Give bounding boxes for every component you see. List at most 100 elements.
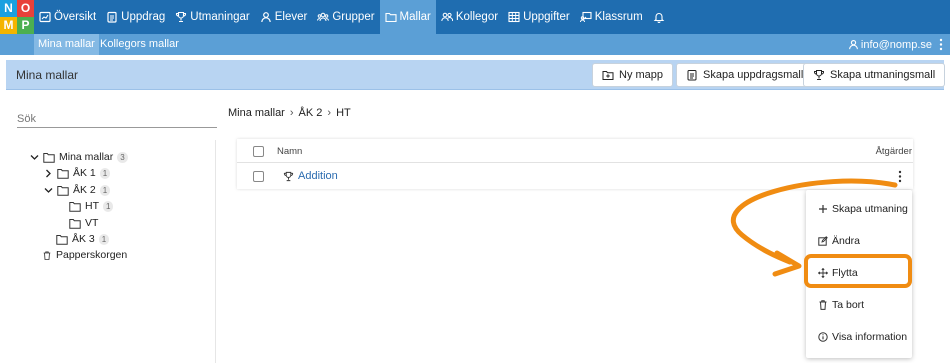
- folder-plus-icon: [602, 71, 614, 80]
- column-header-name[interactable]: Namn: [277, 146, 302, 157]
- page-title: Mina mallar: [16, 68, 79, 82]
- nav-label: Mallar: [399, 11, 431, 23]
- trophy-icon: [813, 70, 825, 80]
- folder-icon: [384, 12, 397, 23]
- nav-label: Grupper: [332, 11, 375, 23]
- tree-node-ak1[interactable]: ÅK 1 1: [44, 166, 111, 180]
- subnav-item-kollegors-mallar[interactable]: Kollegors mallar: [96, 34, 183, 55]
- trash-icon: [43, 251, 51, 260]
- menu-item-edit[interactable]: Ändra: [806, 230, 912, 252]
- logo-letter-n: N: [0, 0, 17, 17]
- nav-item-klassrum[interactable]: Klassrum: [575, 0, 648, 34]
- nav-item-elever[interactable]: Elever: [255, 0, 313, 34]
- template-link[interactable]: Addition: [283, 170, 338, 182]
- info-icon: [818, 332, 828, 342]
- chevron-right-icon[interactable]: [44, 169, 53, 178]
- chevron-right-icon: ›: [289, 107, 294, 119]
- dashboard-icon: [39, 11, 51, 23]
- count-badge: 1: [99, 167, 111, 179]
- create-assignment-template-button[interactable]: Skapa uppdragsmall: [676, 63, 814, 87]
- breadcrumb: Mina mallar › ÅK 2 › HT: [228, 107, 351, 119]
- tree-node-ht[interactable]: HT 1: [69, 199, 114, 213]
- more-vertical-icon[interactable]: [938, 38, 944, 51]
- select-all-checkbox[interactable]: [253, 146, 264, 157]
- tree-node-label: ÅK 3: [72, 233, 95, 245]
- nav-item-grupper[interactable]: Grupper: [312, 0, 379, 34]
- edit-icon: [818, 236, 828, 246]
- nav-label: Kollegor: [455, 11, 499, 23]
- nav-label: Översikt: [54, 11, 97, 23]
- nav-item-kollegor[interactable]: Kollegor: [436, 0, 503, 34]
- colleagues-icon: [441, 12, 453, 22]
- user-email: info@nomp.se: [860, 38, 932, 51]
- clipboard-icon: [687, 70, 697, 81]
- tree-node-label: Mina mallar: [59, 151, 114, 163]
- subnav-item-mina-mallar[interactable]: Mina mallar: [34, 34, 99, 55]
- breadcrumb-item[interactable]: Mina mallar: [228, 107, 285, 119]
- tree-node-label: ÅK 1: [73, 167, 96, 179]
- nav-label: Utmaningar: [190, 11, 250, 23]
- logo-letter-m: M: [0, 17, 17, 34]
- folder-icon: [69, 218, 81, 229]
- create-challenge-template-button[interactable]: Skapa utmaningsmall: [803, 63, 946, 87]
- tree-node-label: ÅK 2: [73, 184, 96, 196]
- chevron-down-icon[interactable]: [30, 153, 39, 162]
- template-name: Addition: [298, 170, 338, 182]
- bell-icon: [653, 13, 664, 23]
- nav-label: Elever: [274, 11, 308, 23]
- trash-icon: [819, 300, 827, 310]
- nav-label: Klassrum: [594, 11, 643, 23]
- sub-nav: Mina mallar Kollegors mallar info@nomp.s…: [0, 34, 950, 55]
- nav-item-mallar[interactable]: Mallar: [379, 0, 436, 34]
- user-menu[interactable]: info@nomp.se: [848, 34, 932, 55]
- breadcrumb-item[interactable]: ÅK 2: [299, 107, 323, 119]
- nav-label: Uppgifter: [523, 11, 570, 23]
- nav-item-oversikt[interactable]: Översikt: [34, 0, 101, 34]
- nav-label: Uppdrag: [121, 11, 166, 23]
- menu-item-show-info[interactable]: Visa information: [806, 326, 912, 348]
- folder-icon: [56, 234, 68, 245]
- tree-node-ak2[interactable]: ÅK 2 1: [44, 183, 111, 197]
- nav-item-uppdrag[interactable]: Uppdrag: [101, 0, 170, 34]
- button-label: Skapa utmaningsmall: [830, 69, 936, 81]
- folder-icon: [69, 201, 81, 212]
- new-folder-button[interactable]: Ny mapp: [592, 63, 674, 87]
- menu-item-label: Skapa utmaning: [832, 203, 908, 215]
- logo-letter-p: P: [17, 17, 34, 34]
- chevron-right-icon: ›: [327, 107, 332, 119]
- breadcrumb-item[interactable]: HT: [336, 107, 351, 119]
- folder-icon: [57, 185, 69, 196]
- menu-item-label: Ta bort: [832, 299, 865, 311]
- notifications-button[interactable]: [648, 0, 673, 34]
- nav-item-utmaningar[interactable]: Utmaningar: [170, 0, 254, 34]
- button-label: Skapa uppdragsmall: [703, 69, 804, 81]
- clipboard-icon: [107, 11, 117, 23]
- trophy-icon: [283, 171, 294, 181]
- classroom-icon: [579, 11, 592, 23]
- chevron-down-icon[interactable]: [44, 186, 53, 195]
- tree-node-label: VT: [85, 217, 99, 229]
- menu-item-create-challenge[interactable]: Skapa utmaning: [806, 198, 912, 220]
- nomp-logo[interactable]: N O M P: [0, 0, 34, 34]
- page-header: Mina mallar Ny mapp Skapa uppdragsmall S…: [6, 60, 946, 90]
- templates-table: Namn Åtgärder Addition: [237, 139, 913, 189]
- tree-node-root[interactable]: Mina mallar 3: [30, 150, 128, 164]
- plus-icon: [819, 205, 827, 213]
- top-nav: N O M P Översikt Uppdrag Utmaningar Elev…: [0, 0, 950, 34]
- tree-node-ak3[interactable]: ÅK 3 1: [56, 232, 110, 246]
- menu-item-label: Visa information: [832, 331, 908, 343]
- table-header: Namn Åtgärder: [237, 139, 913, 163]
- tree-node-vt[interactable]: VT: [69, 216, 98, 230]
- row-checkbox[interactable]: [253, 171, 264, 182]
- table-row[interactable]: Addition: [237, 164, 913, 189]
- count-badge: 3: [117, 151, 128, 163]
- group-icon: [317, 12, 330, 22]
- trophy-icon: [176, 11, 187, 23]
- tree-node-trash[interactable]: Papperskorgen: [42, 248, 127, 262]
- count-badge: 1: [103, 200, 114, 212]
- search-input[interactable]: [17, 110, 217, 128]
- count-badge: 1: [98, 233, 110, 245]
- nav-item-uppgifter[interactable]: Uppgifter: [503, 0, 575, 34]
- more-vertical-icon[interactable]: [897, 170, 903, 183]
- menu-item-delete[interactable]: Ta bort: [806, 294, 912, 316]
